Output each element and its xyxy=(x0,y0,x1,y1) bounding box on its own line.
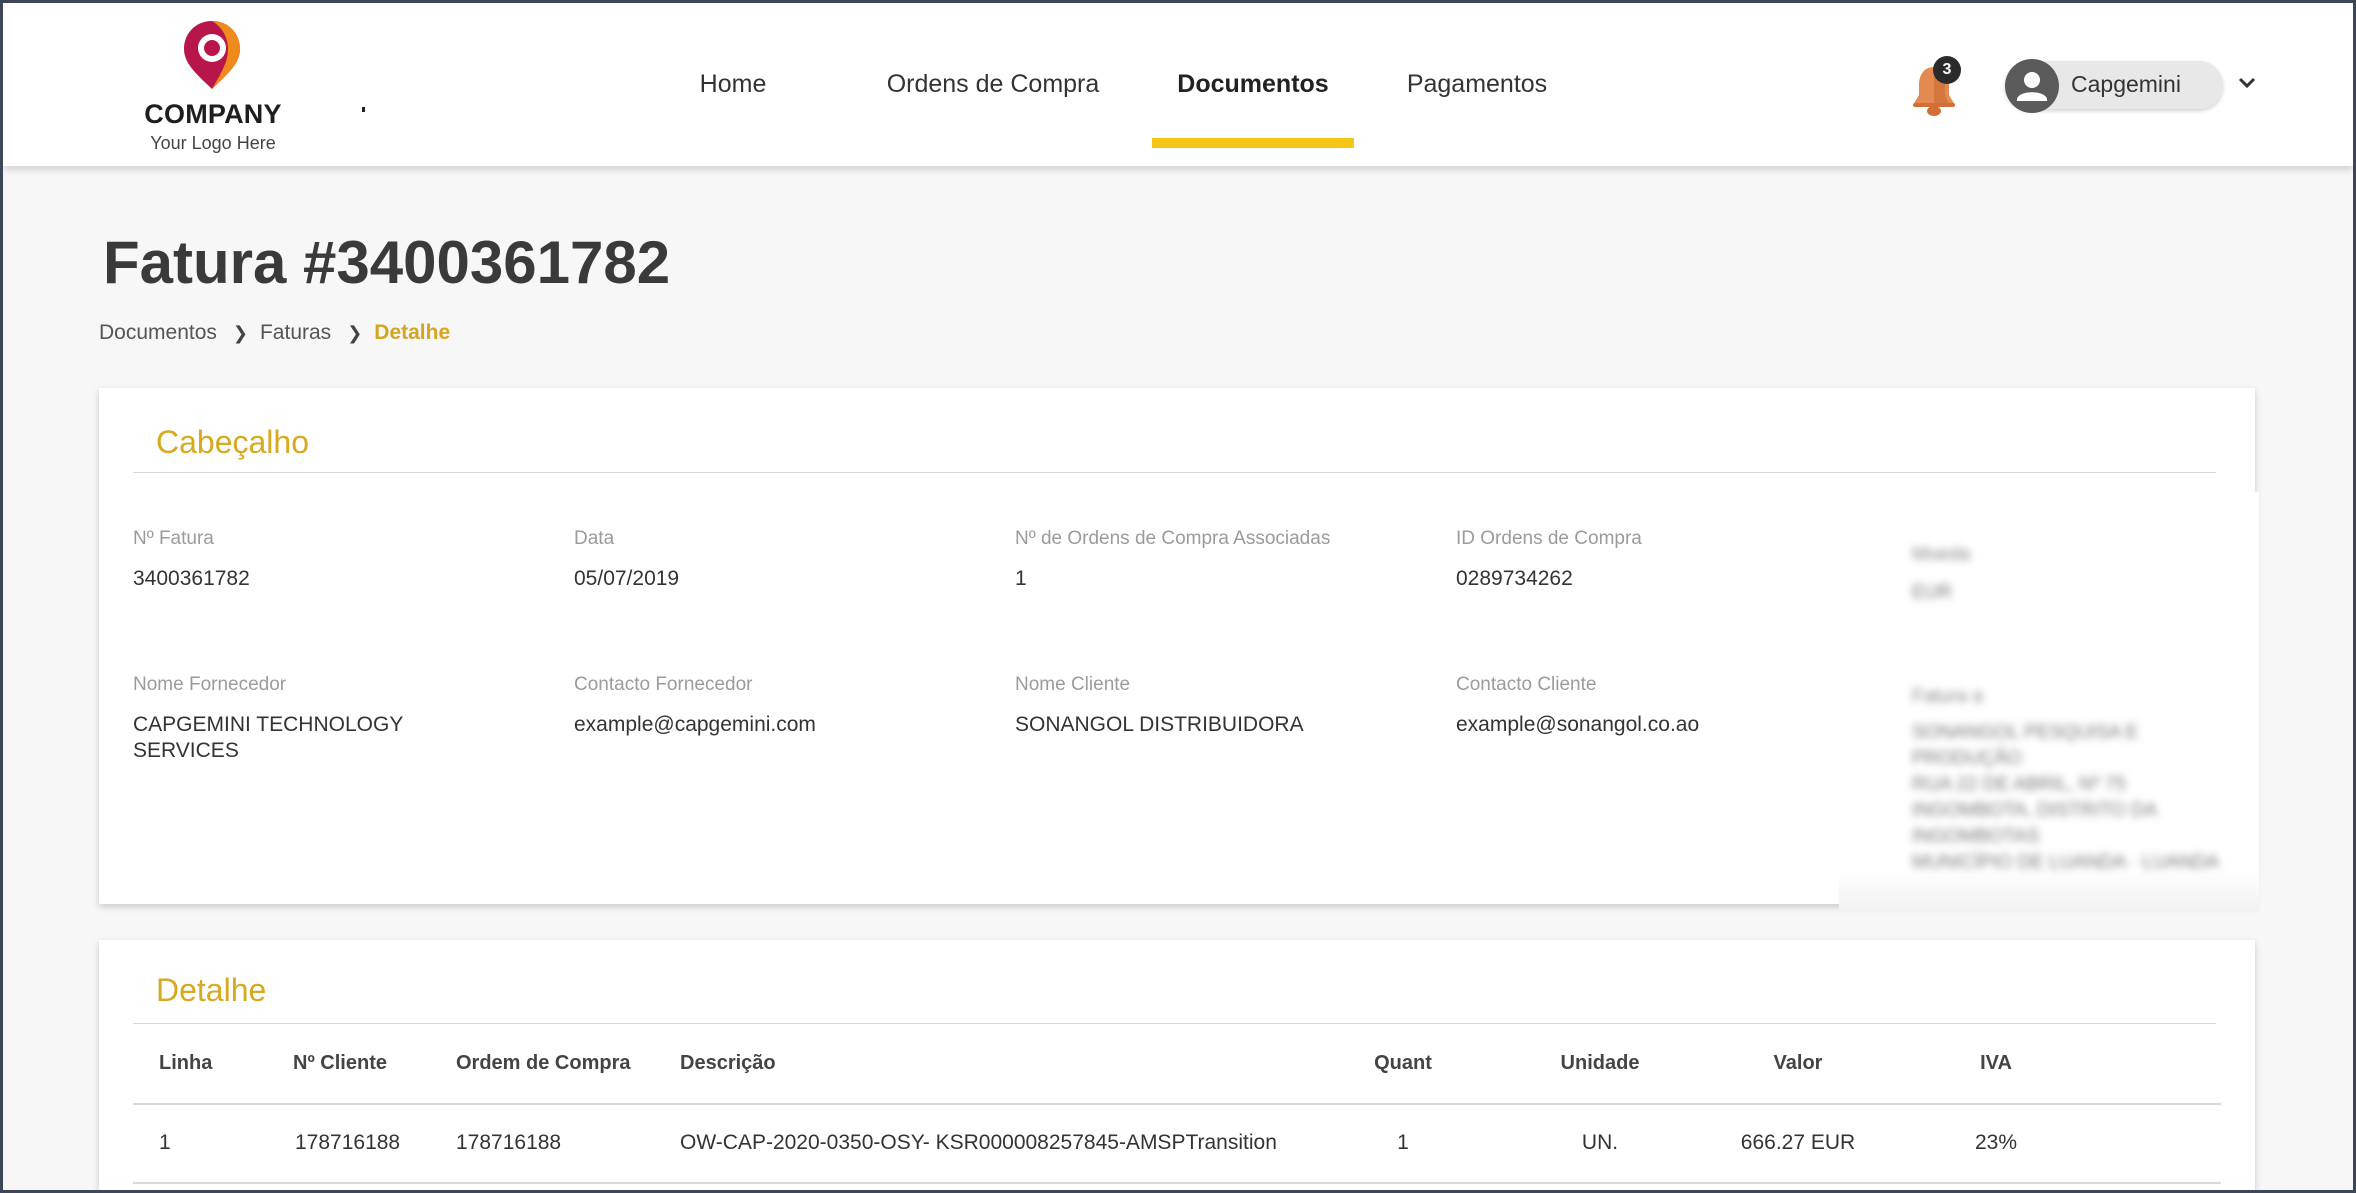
table-row-divider xyxy=(133,1182,2221,1184)
field-label-contacto-cliente: Contacto Cliente xyxy=(1456,674,1597,695)
field-value-data: 05/07/2019 xyxy=(574,567,680,590)
logo-company-text: COMPANY xyxy=(144,99,282,129)
divider-dot xyxy=(362,107,365,112)
field-value-id-ordens-compra: 0289734262 xyxy=(1456,567,1573,590)
page-title: Fatura #3400361782 xyxy=(103,229,671,296)
column-header-n-cliente: Nº Cliente xyxy=(293,1052,387,1074)
nav-pagamentos[interactable]: Pagamentos xyxy=(1393,3,1561,166)
column-header-descricao: Descrição xyxy=(680,1052,776,1074)
breadcrumb-faturas[interactable]: Faturas xyxy=(260,321,331,345)
cabecalho-title: Cabeçalho xyxy=(156,424,309,460)
column-header-ordem-de-compra: Ordem de Compra xyxy=(456,1052,631,1074)
company-logo[interactable]: COMPANY Your Logo Here xyxy=(133,19,293,159)
location-pin-logo-icon xyxy=(184,21,240,89)
cell-iva: 23% xyxy=(1974,1131,2018,1154)
active-tab-indicator xyxy=(1152,138,1354,148)
cell-quant: 1 xyxy=(1397,1131,1409,1154)
cell-descricao: OW-CAP-2020-0350-OSY- KSR000008257845-AM… xyxy=(680,1131,1277,1154)
field-value-n-fatura: 3400361782 xyxy=(133,567,250,590)
field-label-n-fatura: Nº Fatura xyxy=(133,528,214,549)
section-divider xyxy=(133,1023,2216,1024)
top-navigation-bar: COMPANY Your Logo Here Home Ordens de Co… xyxy=(3,3,2353,166)
user-name[interactable]: Capgemini xyxy=(2071,71,2181,98)
cell-unidade: UN. xyxy=(1581,1131,1619,1154)
chevron-down-icon[interactable] xyxy=(2237,76,2257,90)
table-header-divider xyxy=(133,1103,2221,1105)
detalhe-title: Detalhe xyxy=(156,972,267,1008)
cell-n-cliente: 178716188 xyxy=(295,1131,401,1154)
field-label-contacto-fornecedor: Contacto Fornecedor xyxy=(574,674,753,695)
chevron-right-icon: ❯ xyxy=(347,322,363,343)
user-icon xyxy=(2017,72,2047,101)
breadcrumb: Documentos ❯ Faturas ❯ Detalhe xyxy=(99,321,450,345)
column-header-valor: Valor xyxy=(1773,1052,1823,1074)
field-value-n-ordens-associadas: 1 xyxy=(1015,567,1027,590)
avatar[interactable] xyxy=(2005,59,2059,113)
blurred-label-moeda: Moeda xyxy=(1912,544,1971,565)
field-label-data: Data xyxy=(574,528,615,549)
field-label-n-ordens-associadas: Nº de Ordens de Compra Associadas xyxy=(1015,528,1331,549)
column-header-unidade: Unidade xyxy=(1560,1052,1640,1074)
column-header-linha: Linha xyxy=(159,1052,213,1074)
field-value-nome-cliente: SONANGOL DISTRIBUIDORA xyxy=(1015,713,1304,736)
blurred-value-moeda: EUR xyxy=(1912,582,1953,603)
field-label-id-ordens-compra: ID Ordens de Compra xyxy=(1456,528,1642,549)
chevron-right-icon: ❯ xyxy=(232,322,248,343)
field-value-contacto-fornecedor: example@capgemini.com xyxy=(574,713,816,736)
cell-valor: 666.27 EUR xyxy=(1740,1131,1856,1154)
breadcrumb-documentos[interactable]: Documentos xyxy=(99,321,217,345)
blurred-value-fatura-a: SONANGOL PESQUISA E PRODUÇÃO RUA 22 DE A… xyxy=(1912,722,2220,873)
field-value-nome-fornecedor: CAPGEMINI TECHNOLOGY SERVICES xyxy=(133,713,404,762)
blurred-label-fatura-a: Fatura a xyxy=(1912,686,1983,707)
column-header-iva: IVA xyxy=(1980,1052,2012,1074)
field-value-contacto-cliente: example@sonangol.co.ao xyxy=(1456,713,1700,736)
nav-home[interactable]: Home xyxy=(669,3,797,166)
column-header-quant: Quant xyxy=(1374,1052,1432,1074)
field-label-nome-fornecedor: Nome Fornecedor xyxy=(133,674,287,695)
cell-ordem-de-compra: 178716188 xyxy=(456,1131,562,1154)
detalhe-card: Detalhe xyxy=(99,940,2255,1193)
notification-count-badge: 3 xyxy=(1933,56,1961,84)
logo-tagline: Your Logo Here xyxy=(150,133,276,153)
section-divider xyxy=(133,472,2216,473)
breadcrumb-detalhe: Detalhe xyxy=(374,321,451,344)
field-label-nome-cliente: Nome Cliente xyxy=(1015,674,1131,695)
nav-ordens-de-compra[interactable]: Ordens de Compra xyxy=(871,3,1115,166)
cell-linha: 1 xyxy=(159,1131,171,1154)
